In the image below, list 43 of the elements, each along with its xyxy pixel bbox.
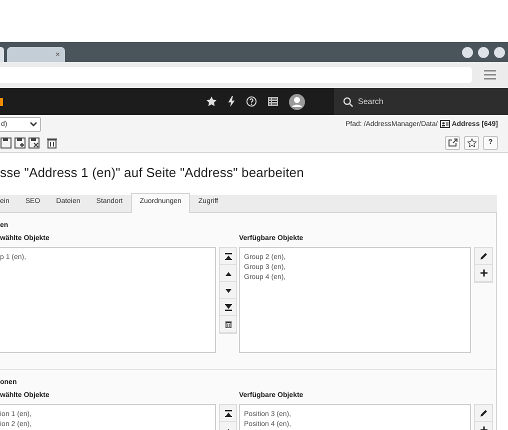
arrow-top-icon[interactable]	[224, 410, 232, 416]
move-top-button[interactable]	[220, 248, 236, 265]
bolt-icon[interactable]	[228, 96, 235, 107]
triangle-down-icon[interactable]	[224, 286, 232, 294]
browser-tab[interactable]	[0, 47, 4, 62]
help-icon[interactable]	[246, 96, 257, 107]
avatar-icon[interactable]	[289, 94, 305, 110]
browser-tab[interactable]: ×	[7, 47, 65, 62]
edit-button[interactable]	[475, 405, 492, 422]
window-control[interactable]	[478, 46, 489, 58]
save-icon[interactable]	[0, 136, 12, 148]
add-button[interactable]	[475, 265, 492, 282]
triangle-up-icon[interactable]	[224, 270, 232, 276]
star-icon[interactable]	[466, 138, 476, 148]
address-card-icon	[440, 120, 450, 128]
delete-icon[interactable]	[46, 136, 58, 148]
trash-icon[interactable]	[224, 320, 232, 328]
close-icon[interactable]: ×	[55, 50, 60, 58]
window-control[interactable]	[462, 46, 473, 58]
pencil-icon[interactable]	[480, 252, 488, 260]
bookmark-button[interactable]	[464, 136, 479, 150]
external-link-icon[interactable]	[448, 138, 458, 147]
move-down-button[interactable]	[220, 282, 236, 299]
arrow-bottom-icon[interactable]	[224, 304, 232, 310]
menu-icon[interactable]	[484, 70, 496, 80]
edit-button[interactable]	[475, 248, 492, 265]
pencil-icon[interactable]	[480, 409, 488, 417]
save-new-icon[interactable]	[14, 136, 26, 148]
arrow-top-icon[interactable]	[224, 252, 232, 260]
list-icon[interactable]	[268, 97, 278, 106]
remove-button[interactable]	[220, 316, 236, 333]
page-heading: sse "Address 1 (en)" auf Seite "Address" bearbeiten	[0, 165, 305, 182]
caret-icon[interactable]	[30, 122, 37, 126]
open-external-button[interactable]	[445, 136, 460, 150]
move-bottom-button[interactable]	[220, 299, 236, 316]
search-icon[interactable]	[343, 96, 353, 106]
star-icon[interactable]	[206, 96, 217, 107]
move-top-button[interactable]	[220, 405, 236, 422]
window-control[interactable]	[494, 46, 505, 58]
move-up-button[interactable]	[220, 265, 236, 282]
save-close-icon[interactable]	[28, 136, 40, 148]
plus-icon[interactable]	[480, 269, 488, 277]
logo-icon[interactable]	[0, 98, 3, 106]
